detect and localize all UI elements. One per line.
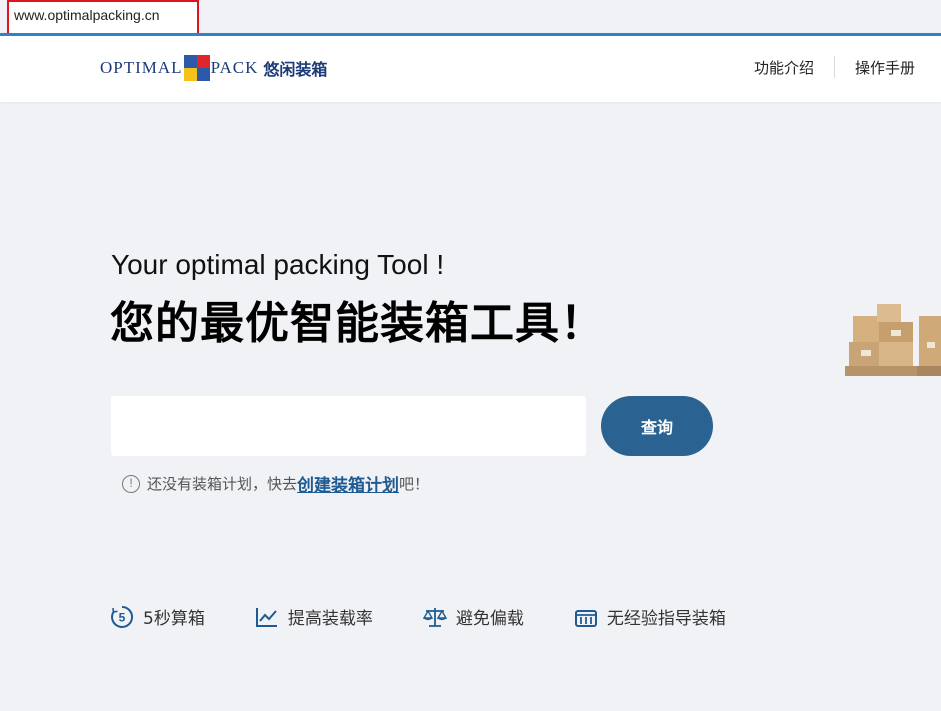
svg-text:5: 5	[119, 610, 126, 624]
hero-title-english: Your optimal packing Tool !	[111, 249, 445, 280]
feature-label: 无经验指导装箱	[606, 609, 726, 629]
feature-item: 避免偏载	[422, 604, 524, 629]
feature-label: 提高装载率	[287, 609, 373, 629]
search-button[interactable]: 查询	[601, 396, 713, 456]
hint-prefix-text: 还没有装箱计划，快去	[147, 475, 298, 493]
search-input[interactable]	[111, 396, 586, 456]
hint-suffix-text: 吧！	[399, 475, 430, 493]
logo-chinese-name: 悠闲装箱	[263, 60, 328, 79]
create-plan-link[interactable]: 创建装箱计划	[297, 471, 399, 496]
five-seconds-icon: 5	[111, 605, 134, 628]
feature-item: 提高装载率	[255, 604, 373, 629]
container-icon	[574, 609, 597, 627]
logo-word-optimal: OPTIMAL	[100, 58, 183, 77]
url-highlight-box: www.optimalpacking.cn	[7, 0, 199, 36]
logo-cube-icon	[183, 55, 210, 81]
feature-list: 5 5秒算箱 提高装载率 避免偏载 无经验指导装箱	[110, 604, 776, 629]
trend-chart-icon	[255, 607, 277, 627]
url-strip: www.optimalpacking.cn	[0, 0, 941, 36]
nav-item-manual[interactable]: 操作手册	[835, 57, 915, 78]
feature-label: 避免偏载	[455, 609, 524, 629]
feature-label: 5秒算箱	[143, 609, 205, 629]
nav-item-features[interactable]: 功能介绍	[734, 57, 834, 78]
cardboard-boxes-illustration	[845, 304, 941, 376]
scale-balance-icon	[422, 607, 447, 627]
feature-item: 5 5秒算箱	[110, 604, 205, 629]
brand-logo[interactable]: OPTIMAL PACK 悠闲装箱	[100, 53, 327, 83]
site-header: OPTIMAL PACK 悠闲装箱 功能介绍 操作手册	[0, 33, 941, 102]
url-text: www.optimalpacking.cn	[14, 7, 160, 23]
feature-item: 无经验指导装箱	[574, 604, 726, 629]
logo-word-pack: PACK	[210, 58, 259, 77]
info-exclamation-icon: !	[122, 474, 140, 493]
main-nav: 功能介绍 操作手册	[734, 56, 915, 78]
create-plan-hint: ! 还没有装箱计划，快去 创建装箱计划 吧！	[122, 471, 429, 496]
hero-title-chinese: 您的最优智能装箱工具！	[110, 298, 605, 349]
